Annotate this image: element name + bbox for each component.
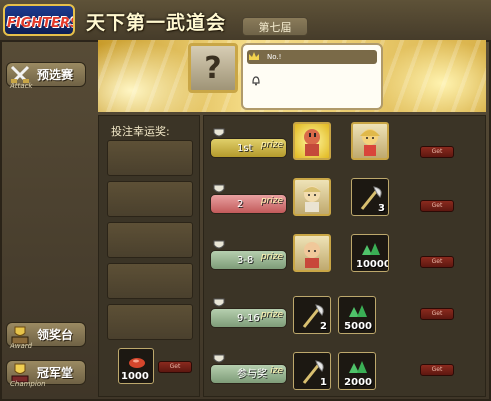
axe-item[interactable]: 2 xyxy=(293,296,331,334)
get-prize-button[interactable]: Get xyxy=(420,308,454,320)
prize-suffix: prize xyxy=(260,140,283,150)
prelim-button[interactable]: 预选赛 Attack xyxy=(6,62,86,90)
prize-row-5: 参与奖 ize 1 2000 Get xyxy=(204,346,487,401)
prize-row-2: 2 prize 3 Get xyxy=(204,176,487,231)
champion-label: 冠军堂 xyxy=(37,366,74,380)
lucky-get-button[interactable]: Get xyxy=(158,361,192,373)
rank-text: No.! xyxy=(267,53,282,61)
rival-portrait[interactable] xyxy=(351,122,389,160)
prize-row-4: 9-16 prize 2 5000 Get xyxy=(204,290,487,345)
page-title: 天下第一武道会 xyxy=(86,12,227,34)
prize-rank: 3-8 xyxy=(237,255,254,266)
gem-item[interactable]: 10000 xyxy=(351,234,389,272)
prize-row-1: 1st prize Get xyxy=(204,120,487,175)
prize-suffix: prize xyxy=(260,196,283,206)
prize-rank: 2 xyxy=(237,199,244,210)
lucky-title: 投注幸运奖: xyxy=(111,125,170,138)
bet-slot[interactable] xyxy=(107,181,193,217)
get-prize-button[interactable]: Get xyxy=(420,200,454,212)
lucky-item-count: 1000 xyxy=(121,371,149,382)
gem-item[interactable]: 5000 xyxy=(338,296,376,334)
crown-icon xyxy=(249,52,259,60)
fighter-portrait[interactable] xyxy=(293,178,331,216)
prize-rank: 9-16 xyxy=(237,313,260,324)
item-count: 2000 xyxy=(344,377,372,388)
fighter-portrait[interactable] xyxy=(293,234,331,272)
prize-rank-ribbon: 1st prize xyxy=(210,138,287,158)
prize-rank: 参与奖 xyxy=(237,369,267,380)
champion-sub-label: Champion xyxy=(10,380,46,388)
bell-icon xyxy=(252,76,260,86)
get-prize-button[interactable]: Get xyxy=(420,256,454,268)
mystery-champion-slot: ? xyxy=(188,43,238,93)
champion-button[interactable]: 冠军堂 Champion xyxy=(6,360,86,388)
award-sub-label: Award xyxy=(10,342,33,350)
prize-rank: 1st xyxy=(237,143,253,154)
award-label: 领奖台 xyxy=(37,328,74,342)
item-count: 3 xyxy=(378,203,385,214)
bet-slot[interactable] xyxy=(107,222,193,258)
prize-rank-ribbon: 9-16 prize xyxy=(210,308,287,328)
champion-portrait[interactable] xyxy=(293,122,331,160)
prize-list: 1st prize Get 2 prize 3 Get 3-8 prize 10… xyxy=(203,115,486,397)
item-count: 2 xyxy=(320,321,327,332)
bet-slot[interactable] xyxy=(107,304,193,340)
prize-row-3: 3-8 prize 10000 Get xyxy=(204,232,487,287)
prelim-label: 预选赛 xyxy=(37,68,74,82)
top-bar: FIGHTERS 天下第一武道会 第七届 xyxy=(0,0,491,42)
kof-fighters-logo: FIGHTERS xyxy=(3,4,75,36)
champion-info-box: No.! xyxy=(241,43,383,110)
logo-text: FIGHTERS xyxy=(7,16,75,31)
prize-suffix: ize xyxy=(270,366,283,376)
item-count: 10000 xyxy=(356,259,389,270)
axe-item[interactable]: 3 xyxy=(351,178,389,216)
lucky-reward-item[interactable]: 1000 xyxy=(118,348,154,384)
gem-item[interactable]: 2000 xyxy=(338,352,376,390)
prelim-sub-label: Attack xyxy=(10,82,33,90)
axe-item[interactable]: 1 xyxy=(293,352,331,390)
prize-rank-ribbon: 2 prize xyxy=(210,194,287,214)
prize-suffix: prize xyxy=(260,310,283,320)
award-button[interactable]: 领奖台 Award xyxy=(6,322,86,350)
get-prize-button[interactable]: Get xyxy=(420,364,454,376)
get-prize-button[interactable]: Get xyxy=(420,146,454,158)
bet-slot[interactable] xyxy=(107,263,193,299)
season-label: 第七届 xyxy=(242,17,308,36)
rank-row: No.! xyxy=(247,50,377,64)
prize-rank-ribbon: 参与奖 ize xyxy=(210,364,287,384)
item-count: 5000 xyxy=(344,321,372,332)
prize-rank-ribbon: 3-8 prize xyxy=(210,250,287,270)
bet-slot[interactable] xyxy=(107,140,193,176)
item-count: 1 xyxy=(320,377,327,388)
prize-suffix: prize xyxy=(260,252,283,262)
